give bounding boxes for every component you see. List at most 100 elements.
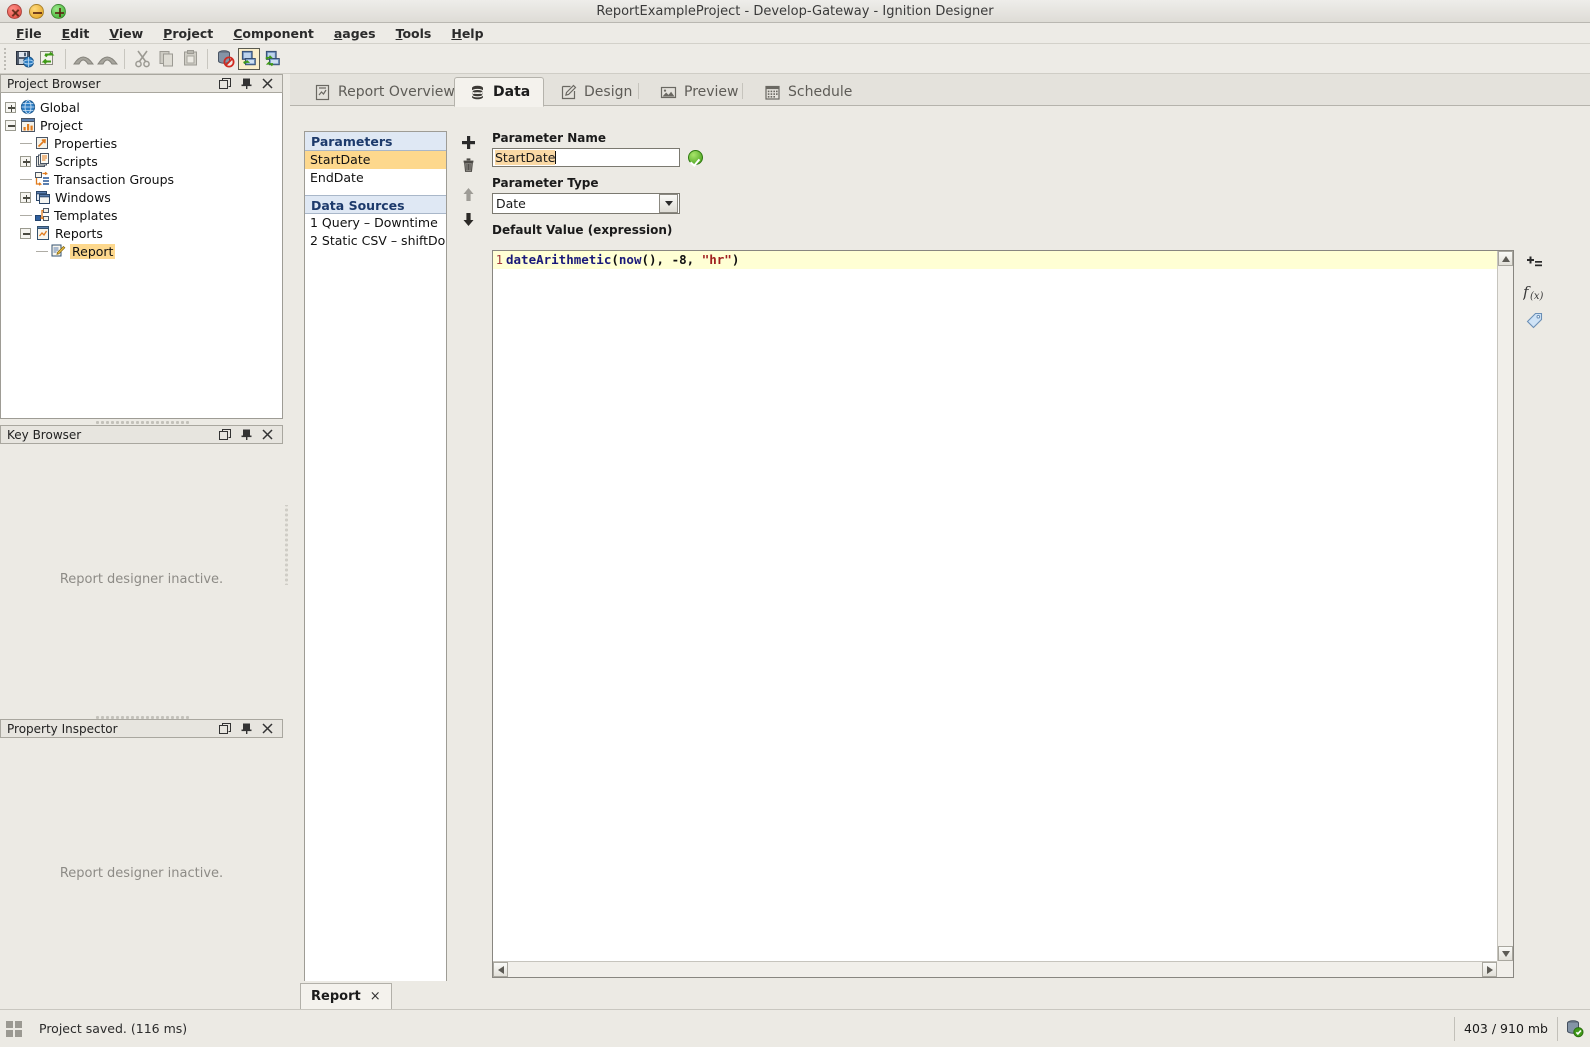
data-source-list[interactable]: Parameters StartDate EndDate Data Source…	[304, 131, 447, 984]
tree-node-scripts[interactable]: Scripts	[5, 152, 282, 170]
close-icon[interactable]: ×	[370, 989, 381, 1004]
function-fx-icon[interactable]: f (x)	[1522, 278, 1546, 306]
expand-toggle-icon[interactable]	[20, 155, 31, 167]
tab-data[interactable]: Data	[454, 77, 545, 107]
gateway-connected-icon[interactable]	[1564, 1019, 1584, 1039]
delete-button[interactable]	[457, 154, 479, 176]
properties-icon	[33, 135, 50, 152]
tree-node-project[interactable]: Project	[5, 116, 282, 134]
title-bar: ReportExampleProject - Develop-Gateway -…	[0, 0, 1590, 23]
menu-pages[interactable]: aages	[324, 24, 386, 43]
vertical-split-handle-left[interactable]	[283, 505, 290, 585]
key-browser-titlebar: Key Browser	[0, 425, 283, 444]
expression-code-area[interactable]: 1 dateArithmetic(now(), -8, "hr")	[493, 251, 1497, 961]
scroll-right-icon[interactable]	[1482, 962, 1497, 977]
document-tab-report[interactable]: Report ×	[300, 983, 392, 1009]
data-sources-header: Data Sources	[305, 195, 446, 214]
tree-node-reports[interactable]: Reports	[5, 224, 282, 242]
designer-comm-read-icon[interactable]	[238, 47, 260, 70]
tag-browse-icon[interactable]	[1522, 306, 1546, 334]
tree-node-global[interactable]: Global	[5, 98, 282, 116]
tab-divider	[638, 83, 639, 99]
pin-icon[interactable]	[238, 721, 254, 737]
scroll-left-icon[interactable]	[493, 962, 508, 977]
key-browser-panel: Key Browser Report designer inactive.	[0, 425, 283, 715]
pin-icon[interactable]	[238, 76, 254, 92]
collapse-toggle-icon[interactable]	[20, 227, 31, 239]
copy-icon[interactable]	[155, 48, 177, 70]
menu-help[interactable]: Help	[441, 24, 493, 43]
pin-icon[interactable]	[238, 427, 254, 443]
close-icon[interactable]	[259, 76, 275, 92]
project-browser-titlebar: Project Browser	[0, 74, 283, 93]
float-icon[interactable]	[217, 721, 233, 737]
toolbar-grip[interactable]	[2, 47, 10, 70]
project-icon	[19, 117, 36, 134]
status-message: Project saved. (116 ms)	[39, 1021, 188, 1036]
designer-comm-readwrite-icon[interactable]	[262, 48, 284, 70]
move-down-button[interactable]	[457, 208, 479, 230]
tree-node-transaction-groups[interactable]: Transaction Groups	[5, 170, 282, 188]
paste-icon[interactable]	[179, 48, 201, 70]
tab-label: Data	[493, 84, 531, 100]
parameter-name-input[interactable]: StartDate	[492, 148, 680, 167]
expand-toggle-icon[interactable]	[20, 191, 31, 203]
memory-indicator[interactable]: 403 / 910 mb	[1454, 1016, 1558, 1041]
project-browser-title: Project Browser	[7, 76, 101, 91]
property-inspector-empty-message: Report designer inactive.	[59, 866, 224, 881]
menu-component[interactable]: Component	[223, 24, 324, 43]
database-disabled-icon[interactable]	[214, 48, 236, 70]
tab-label: Design	[584, 84, 633, 100]
menu-edit[interactable]: Edit	[52, 24, 100, 43]
redo-icon[interactable]	[96, 48, 118, 70]
editor-horizontal-scrollbar[interactable]	[493, 961, 1497, 977]
close-icon[interactable]	[259, 721, 275, 737]
collapse-toggle-icon[interactable]	[5, 119, 16, 131]
float-icon[interactable]	[217, 76, 233, 92]
save-icon[interactable]	[13, 48, 35, 70]
default-value-label: Default Value (expression)	[492, 223, 673, 237]
tree-node-templates[interactable]: Templates	[5, 206, 282, 224]
undo-icon[interactable]	[72, 48, 94, 70]
tab-schedule[interactable]: Schedule	[750, 78, 865, 106]
status-grid-icon[interactable]	[6, 1020, 22, 1037]
tree-label: Reports	[55, 225, 103, 241]
project-browser-tree-body[interactable]: Global Project Properties Scripts Transa…	[0, 93, 283, 419]
list-item-datasource-static[interactable]: 2 Static CSV – shiftDo…	[305, 232, 446, 250]
move-up-button[interactable]	[457, 183, 479, 205]
menu-bar: File Edit View Project Component aages T…	[0, 23, 1590, 44]
tree-node-windows[interactable]: Windows	[5, 188, 282, 206]
tree-node-properties[interactable]: Properties	[5, 134, 282, 152]
menu-project[interactable]: Project	[153, 24, 223, 43]
menu-view[interactable]: View	[99, 24, 153, 43]
tree-node-report[interactable]: Report	[5, 242, 282, 260]
project-browser-panel: Project Browser Global Project Propertie…	[0, 74, 283, 419]
tab-report-overview[interactable]: Report Overview	[300, 78, 468, 106]
editor-vertical-scrollbar[interactable]	[1497, 251, 1513, 961]
menu-file[interactable]: File	[6, 24, 52, 43]
globe-icon	[19, 99, 36, 116]
list-item-parameter-startdate[interactable]: StartDate	[305, 151, 446, 169]
close-icon[interactable]	[259, 427, 275, 443]
scrollbar-corner	[1497, 961, 1513, 977]
scripts-icon	[34, 153, 51, 170]
windows-icon	[34, 189, 51, 206]
scroll-up-icon[interactable]	[1498, 251, 1513, 266]
menu-tools[interactable]: Tools	[386, 24, 442, 43]
tab-design[interactable]: Design	[546, 78, 645, 106]
parameter-type-select[interactable]: Date	[492, 193, 680, 214]
cut-icon[interactable]	[131, 48, 153, 70]
float-icon[interactable]	[217, 427, 233, 443]
expression-editor[interactable]: 1 dateArithmetic(now(), -8, "hr")	[492, 250, 1514, 978]
scroll-down-icon[interactable]	[1498, 946, 1513, 961]
add-button[interactable]	[457, 131, 479, 153]
publish-icon[interactable]	[37, 48, 59, 70]
list-item-datasource-query[interactable]: 1 Query – Downtime	[305, 214, 446, 232]
valid-check-icon	[688, 150, 703, 165]
expand-toggle-icon[interactable]	[5, 101, 16, 113]
expression-tools: f (x)	[1522, 250, 1546, 334]
tab-preview[interactable]: Preview	[646, 78, 752, 106]
insert-variable-icon[interactable]	[1522, 250, 1546, 278]
chevron-down-icon[interactable]	[659, 194, 678, 213]
list-item-parameter-enddate[interactable]: EndDate	[305, 169, 446, 187]
